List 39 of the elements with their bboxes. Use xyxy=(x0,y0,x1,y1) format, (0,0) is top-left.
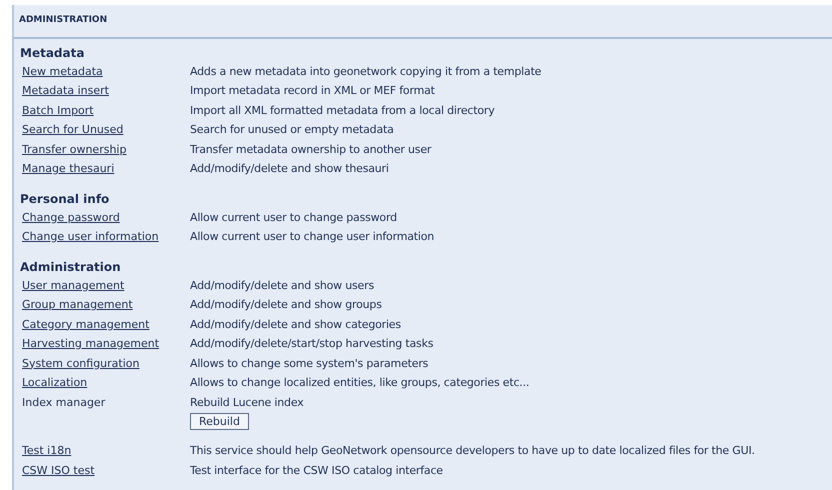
row-description: This service should help GeoNetwork opensource developers to have up to date localized files for the GUI. xyxy=(190,443,755,459)
row-description: Allows to change localized entities, like groups, categories etc... xyxy=(190,375,530,391)
row-description: Rebuild Lucene index xyxy=(190,394,304,410)
admin-link[interactable]: User management xyxy=(22,278,124,294)
row-description: Allow current user to change user information xyxy=(190,229,434,245)
row-description: Add/modify/delete and show thesauri xyxy=(190,161,389,177)
row-description: Search for unused or empty metadata xyxy=(190,122,394,138)
row-description: Allow current user to change password xyxy=(190,210,397,226)
row-description: Add/modify/delete and show users xyxy=(190,278,374,294)
section-header: ADMINISTRATION xyxy=(19,14,108,28)
row-description: Add/modify/delete and show categories xyxy=(190,316,401,332)
admin-link[interactable]: Search for Unused xyxy=(22,122,124,138)
admin-link[interactable]: Test i18n xyxy=(22,443,72,460)
row-description: Adds a new metadata into geonetwork copying it from a template xyxy=(190,64,542,80)
admin-link[interactable]: Transfer ownership xyxy=(22,142,126,158)
admin-link[interactable]: Manage thesauri xyxy=(22,161,114,178)
admin-link[interactable]: New metadata xyxy=(22,64,103,80)
row-description: Import metadata record in XML or MEF format xyxy=(190,83,435,99)
admin-link[interactable]: CSW ISO test xyxy=(22,462,95,479)
row-description: Add/modify/delete and show groups xyxy=(190,297,382,313)
row-description: Import all XML formatted metadata from a local directory xyxy=(190,102,495,118)
row-description: Test interface for the CSW ISO catalog interface xyxy=(190,462,443,478)
admin-link[interactable]: Category management xyxy=(22,316,150,333)
admin-link[interactable]: Metadata insert xyxy=(22,83,109,100)
row-description: Add/modify/delete/start/stop harvesting tasks xyxy=(190,336,434,352)
rebuild-button[interactable]: Rebuild xyxy=(190,412,249,430)
section-title: Administration xyxy=(20,259,121,276)
row-label: Index manager xyxy=(22,394,106,410)
admin-link[interactable]: Change password xyxy=(22,210,120,226)
admin-link[interactable]: Localization xyxy=(22,375,88,392)
admin-link[interactable]: System configuration xyxy=(22,356,140,372)
row-description: Transfer metadata ownership to another user xyxy=(190,142,432,158)
admin-link[interactable]: Batch Import xyxy=(22,102,94,119)
section-title: Personal info xyxy=(20,191,110,208)
admin-link[interactable]: Harvesting management xyxy=(22,336,160,352)
admin-link[interactable]: Change user information xyxy=(22,229,159,246)
row-description: Allows to change some system's parameters xyxy=(190,356,428,372)
admin-link[interactable]: Group management xyxy=(22,297,133,314)
section-title: Metadata xyxy=(20,45,84,62)
